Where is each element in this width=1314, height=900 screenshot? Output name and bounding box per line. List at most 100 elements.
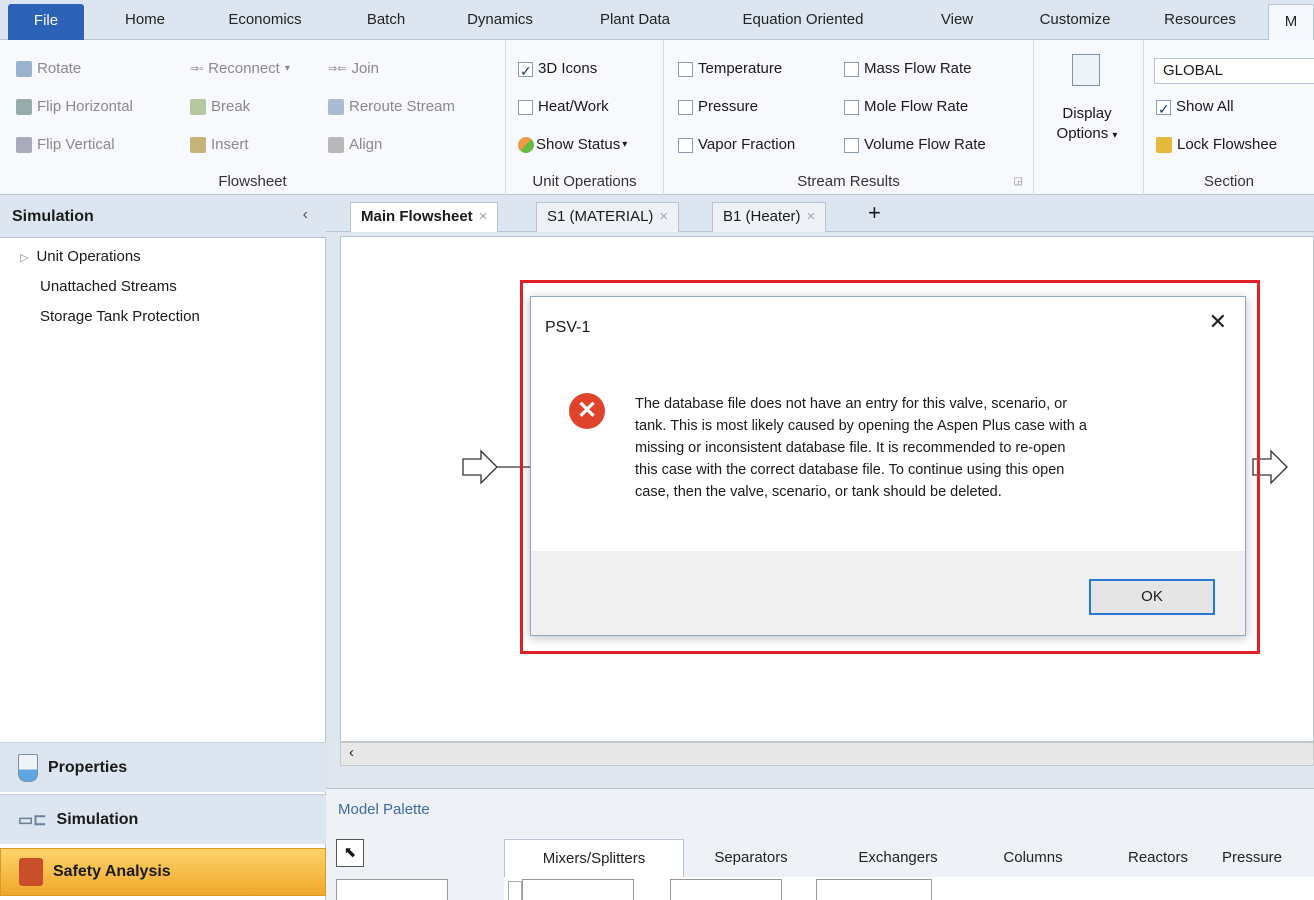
dialog-launcher-icon[interactable]: ◲	[1014, 176, 1023, 187]
tab-s1-material[interactable]: S1 (MATERIAL) ×	[536, 202, 680, 232]
join-button[interactable]: ⇒⇐ Join	[328, 56, 379, 82]
nav-properties-label: Properties	[48, 758, 128, 776]
pointer-tool-icon[interactable]: ⬉	[336, 839, 364, 867]
checkbox-unchecked-icon	[518, 99, 533, 115]
close-icon[interactable]: ×	[659, 208, 668, 225]
flask-icon	[18, 753, 38, 782]
mass-flow-rate-checkbox[interactable]: Mass Flow Rate	[844, 56, 972, 82]
rotate-button[interactable]: Rotate	[16, 56, 81, 82]
dialog-title: PSV-1	[545, 319, 591, 336]
reroute-stream-button[interactable]: Reroute Stream	[328, 94, 455, 120]
checkbox-checked-icon	[518, 58, 533, 84]
nav-safety-analysis-button[interactable]: Safety Analysis	[0, 848, 326, 896]
volume-flow-rate-checkbox[interactable]: Volume Flow Rate	[844, 132, 986, 158]
checkbox-unchecked-icon	[678, 61, 693, 77]
tab-customize[interactable]: Customize	[1018, 0, 1132, 40]
flip-vertical-button[interactable]: Flip Vertical	[16, 132, 115, 158]
palette-tab-pressure[interactable]: Pressure	[1222, 839, 1314, 877]
tab-modify[interactable]: M	[1268, 4, 1314, 40]
align-icon	[328, 137, 344, 153]
show-all-label: Show All	[1176, 98, 1234, 115]
nav-safety-analysis-label: Safety Analysis	[53, 863, 171, 880]
lock-flowsheet-button[interactable]: Lock Flowshee	[1156, 132, 1277, 158]
palette-tab-mixers-splitters[interactable]: Mixers/Splitters	[504, 839, 684, 877]
tab-economics[interactable]: Economics	[206, 0, 324, 40]
tab-view[interactable]: View	[912, 0, 1002, 40]
vapor-fraction-checkbox[interactable]: Vapor Fraction	[678, 132, 795, 158]
checkbox-unchecked-icon	[844, 99, 859, 115]
close-icon[interactable]: ✕	[1209, 309, 1227, 335]
mole-flow-rate-checkbox[interactable]: Mole Flow Rate	[844, 94, 968, 120]
dialog-message-line: The database file does not have an entry…	[635, 396, 1068, 412]
checkbox-checked-icon	[1156, 96, 1171, 122]
nav-properties-button[interactable]: Properties	[0, 742, 326, 792]
collapse-chevron-icon[interactable]: ‹	[303, 206, 308, 224]
nav-simulation-button[interactable]: ▭⊏ Simulation	[0, 794, 326, 844]
tab-home[interactable]: Home	[104, 0, 186, 40]
pressure-checkbox[interactable]: Pressure	[678, 94, 758, 120]
model-palette-title: Model Palette	[338, 801, 430, 818]
tab-file[interactable]: File	[8, 4, 84, 40]
palette-scroll-button[interactable]	[508, 881, 522, 900]
scroll-left-icon[interactable]: ‹	[349, 744, 354, 761]
section-dropdown[interactable]: GLOBAL	[1154, 58, 1314, 84]
rotate-label: Rotate	[37, 60, 82, 77]
dialog-message-line: this case with the correct database file…	[635, 462, 1065, 478]
palette-model-mixer[interactable]	[522, 879, 634, 900]
dialog-message-line: missing or inconsistent database file. I…	[635, 440, 1066, 456]
safety-analysis-icon	[19, 858, 43, 886]
tab-plant-data[interactable]: Plant Data	[574, 0, 696, 40]
tab-batch[interactable]: Batch	[346, 0, 426, 40]
tree-item-label: Storage Tank Protection	[40, 308, 200, 325]
pressure-label: Pressure	[698, 98, 759, 115]
feed-stream-arrow-icon	[462, 449, 498, 485]
lock-flowsheet-label: Lock Flowshee	[1177, 136, 1278, 153]
display-options-button[interactable]: Display Options ▾	[1057, 50, 1117, 168]
navigation-pane: Simulation ‹ ▷ Unit Operations Unattached…	[0, 196, 326, 900]
ok-button[interactable]: OK	[1089, 579, 1215, 615]
tab-main-flowsheet[interactable]: Main Flowsheet ×	[350, 202, 499, 232]
reconnect-icon: ⇒▫	[190, 63, 204, 75]
tree-item-storage-tank-protection[interactable]: Storage Tank Protection	[40, 308, 200, 325]
flip-horizontal-button[interactable]: Flip Horizontal	[16, 94, 133, 120]
heat-work-checkbox[interactable]: Heat/Work	[518, 94, 609, 120]
display-options-label-2: Options	[1056, 125, 1109, 142]
palette-model-fsplit[interactable]	[670, 879, 782, 900]
tab-resources[interactable]: Resources	[1144, 0, 1256, 40]
temperature-checkbox[interactable]: Temperature	[678, 56, 782, 82]
show-all-checkbox[interactable]: Show All	[1156, 94, 1234, 122]
palette-tab-separators[interactable]: Separators	[696, 839, 806, 877]
dialog-footer: OK	[531, 551, 1245, 635]
palette-tab-reactors[interactable]: Reactors	[1108, 839, 1208, 877]
3d-icons-checkbox[interactable]: 3D Icons	[518, 56, 597, 84]
tree-item-unattached-streams[interactable]: Unattached Streams	[40, 278, 177, 295]
palette-tab-exchangers[interactable]: Exchangers	[838, 839, 958, 877]
reconnect-label: Reconnect	[208, 60, 280, 77]
canvas-horizontal-scrollbar[interactable]: ‹	[340, 742, 1314, 766]
join-icon: ⇒⇐	[328, 63, 347, 75]
tab-b1-heater[interactable]: B1 (Heater) ×	[712, 202, 827, 232]
tree-item-unit-operations[interactable]: ▷ Unit Operations	[20, 248, 141, 265]
align-button[interactable]: Align	[328, 132, 382, 158]
close-icon[interactable]: ×	[479, 208, 488, 225]
tab-dynamics[interactable]: Dynamics	[448, 0, 552, 40]
show-status-button[interactable]: Show Status ▾	[518, 132, 627, 158]
reconnect-button[interactable]: ⇒▫ Reconnect ▾	[190, 56, 290, 82]
flip-horizontal-label: Flip Horizontal	[37, 98, 133, 115]
palette-tab-columns[interactable]: Columns	[988, 839, 1078, 877]
break-button[interactable]: Break	[190, 94, 250, 120]
insert-button[interactable]: Insert	[190, 132, 249, 158]
volume-flow-rate-label: Volume Flow Rate	[864, 136, 986, 153]
section-group: GLOBAL Show All Lock Flowshee Section	[1144, 40, 1314, 195]
model-palette: Model Palette ⬉ Mixers/Splitters Separat…	[326, 788, 1314, 900]
tree-item-label: Unit Operations	[36, 248, 141, 265]
flip-vertical-label: Flip Vertical	[37, 136, 115, 153]
expand-triangle-icon[interactable]: ▷	[20, 252, 28, 264]
close-icon[interactable]: ×	[807, 208, 816, 225]
add-tab-icon[interactable]: +	[868, 200, 881, 226]
tab-equation-oriented[interactable]: Equation Oriented	[714, 0, 892, 40]
checkbox-unchecked-icon	[678, 99, 693, 115]
palette-model-ssplit[interactable]	[816, 879, 932, 900]
palette-model-slot[interactable]	[336, 879, 448, 900]
ribbon: Rotate Flip Horizontal Flip Vertical ⇒▫ …	[0, 40, 1314, 195]
